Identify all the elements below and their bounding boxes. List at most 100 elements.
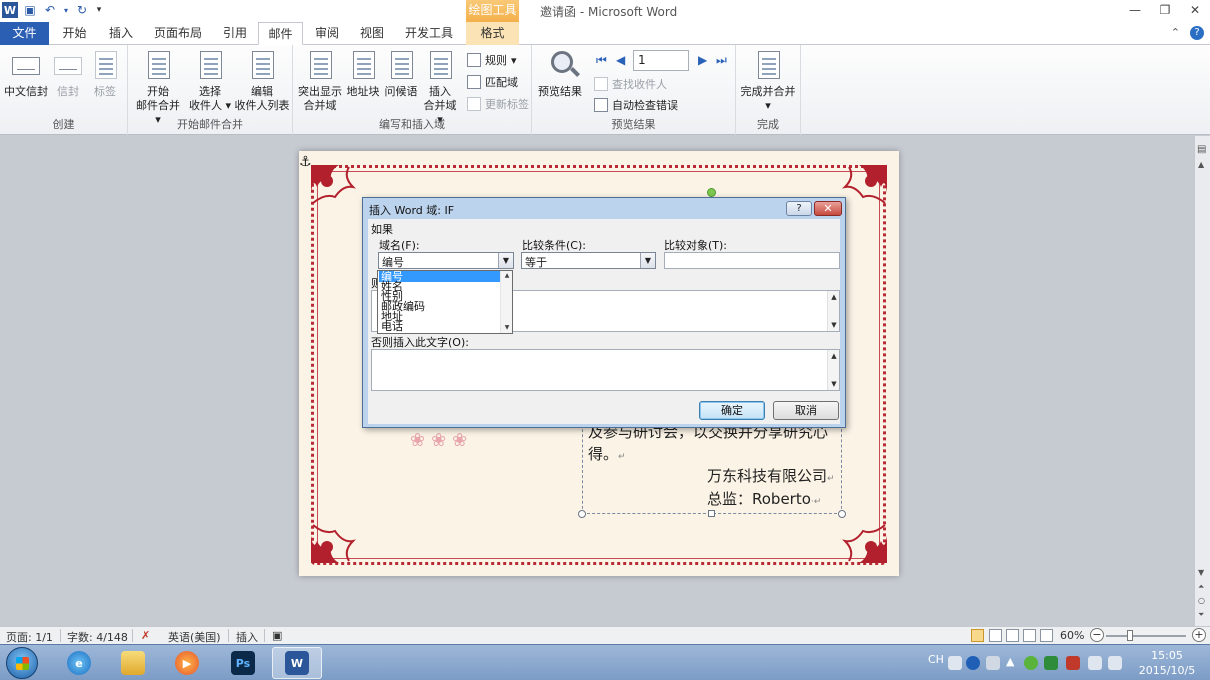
tab-file[interactable]: 文件	[0, 22, 49, 45]
input-language[interactable]: CH	[928, 653, 944, 666]
match-fields-button[interactable]: 匹配域	[467, 73, 518, 91]
proofing-icon[interactable]: ✗	[141, 629, 150, 642]
zoom-slider-track[interactable]	[1106, 635, 1186, 637]
help-tray-icon[interactable]	[966, 656, 980, 670]
taskbar-photoshop[interactable]: Ps	[218, 647, 268, 679]
collapse-ribbon-icon[interactable]: ⌃	[1171, 26, 1180, 40]
textarea-scrollbar[interactable]: ▲ ▼	[827, 350, 839, 390]
auto-check-errors-button[interactable]: 自动检查错误	[594, 96, 678, 114]
next-record-icon[interactable]: ▶	[698, 53, 707, 67]
last-record-icon[interactable]: ⏭	[716, 53, 727, 68]
tab-insert[interactable]: 插入	[100, 22, 142, 45]
rotation-handle[interactable]	[707, 188, 716, 197]
flag-icon[interactable]	[1066, 656, 1080, 670]
show-hidden-icons-icon[interactable]: ▲	[1006, 655, 1014, 668]
print-layout-view-icon[interactable]	[971, 629, 984, 642]
next-page-icon[interactable]: ⏷	[1198, 610, 1204, 620]
tab-developer[interactable]: 开发工具	[396, 22, 462, 45]
finish-merge-button[interactable]: 完成并合并 ▾	[738, 49, 798, 113]
dropdown-arrow-icon[interactable]: ▼	[498, 253, 513, 268]
find-recipient-button[interactable]: 查找收件人	[594, 75, 667, 93]
field-name-combo[interactable]: 编号 ▼	[378, 252, 514, 269]
full-screen-reading-icon[interactable]	[989, 629, 1002, 642]
highlight-merge-fields-button[interactable]: 突出显示 合并域	[297, 49, 343, 113]
dropdown-arrow-icon[interactable]: ▼	[640, 253, 655, 268]
tab-format[interactable]: 格式	[466, 22, 519, 45]
taskbar-word[interactable]: W	[272, 647, 322, 679]
dialog-close-button[interactable]: ✕	[814, 201, 842, 216]
shield-icon[interactable]	[1044, 656, 1058, 670]
preview-results-button[interactable]: 预览结果	[536, 49, 584, 99]
security-plus-icon[interactable]	[1024, 656, 1038, 670]
system-clock[interactable]: 15:05 2015/10/5	[1132, 648, 1202, 678]
dialog-help-button[interactable]: ?	[786, 201, 812, 216]
save-icon[interactable]: ▣	[22, 2, 38, 18]
vertical-scrollbar[interactable]: ▤ ▲ ▼ ⏶ ○ ⏷	[1194, 136, 1210, 626]
zoom-out-icon[interactable]: −	[1090, 628, 1104, 642]
word-logo-icon[interactable]: W	[2, 2, 18, 18]
update-labels-button[interactable]: 更新标签	[467, 95, 529, 113]
keyboard-icon[interactable]	[948, 656, 962, 670]
comparison-combo[interactable]: 等于 ▼	[521, 252, 656, 269]
previous-page-icon[interactable]: ⏶	[1198, 582, 1204, 592]
undo-dropdown-icon[interactable]: ▾	[62, 2, 70, 18]
tab-view[interactable]: 视图	[351, 22, 393, 45]
redo-icon[interactable]: ↻	[74, 2, 90, 18]
web-layout-icon[interactable]	[1006, 629, 1019, 642]
volume-icon[interactable]	[1108, 656, 1122, 670]
outline-view-icon[interactable]	[1023, 629, 1036, 642]
language-indicator[interactable]: 英语(美国)	[168, 629, 221, 645]
else-insert-textarea[interactable]: ▲ ▼	[371, 349, 840, 391]
restore-icon[interactable]: ❐	[1150, 0, 1180, 20]
insert-mode-indicator[interactable]: 插入	[236, 629, 258, 645]
previous-record-icon[interactable]: ◀	[616, 53, 625, 67]
cancel-button[interactable]: 取消	[773, 401, 839, 420]
zoom-in-icon[interactable]: +	[1192, 628, 1206, 642]
macro-record-icon[interactable]: ▣	[272, 629, 282, 642]
label-button[interactable]: 标签	[88, 49, 122, 99]
page-count[interactable]: 页面: 1/1	[6, 629, 53, 645]
scroll-up-icon[interactable]: ▲	[1198, 160, 1204, 169]
resize-handle[interactable]	[838, 510, 846, 518]
edit-recipient-list-button[interactable]: 编辑 收件人列表	[234, 49, 290, 113]
first-record-icon[interactable]: ⏮	[596, 53, 607, 68]
taskbar-explorer[interactable]	[108, 647, 158, 679]
close-window-icon[interactable]: ✕	[1180, 0, 1210, 20]
scroll-down-icon[interactable]: ▼	[1198, 568, 1204, 577]
minimize-icon[interactable]: —	[1120, 0, 1150, 20]
select-recipients-button[interactable]: 选择 收件人 ▾	[188, 49, 232, 113]
ok-button[interactable]: 确定	[699, 401, 765, 420]
dropdown-scrollbar[interactable]: ▲ ▼	[500, 271, 512, 333]
draft-view-icon[interactable]	[1040, 629, 1053, 642]
textarea-scrollbar[interactable]: ▲ ▼	[827, 291, 839, 331]
start-button[interactable]	[6, 647, 38, 679]
envelope-button[interactable]: 信封	[52, 49, 84, 99]
compare-to-input[interactable]	[664, 252, 840, 269]
resize-handle[interactable]	[708, 510, 715, 517]
field-name-dropdown-list[interactable]: 编号 姓名 性别 邮政编码 地址 电话 ▲ ▼	[377, 270, 513, 334]
browse-object-icon[interactable]: ○	[1198, 596, 1205, 605]
network-icon[interactable]	[1088, 656, 1102, 670]
tab-references[interactable]: 引用	[214, 22, 256, 45]
zoom-slider-knob[interactable]	[1127, 630, 1133, 641]
customize-qat-icon[interactable]: ▾	[94, 2, 104, 18]
dropdown-option[interactable]: 电话	[379, 321, 500, 332]
tab-home[interactable]: 开始	[52, 22, 97, 45]
tab-mailings[interactable]: 邮件	[258, 22, 303, 45]
undo-icon[interactable]: ↶	[42, 2, 58, 18]
word-count[interactable]: 字数: 4/148	[67, 629, 128, 645]
resize-handle[interactable]	[578, 510, 586, 518]
help-icon[interactable]: ?	[1190, 26, 1204, 40]
tab-review[interactable]: 审阅	[306, 22, 348, 45]
greeting-line-button[interactable]: 问候语	[383, 49, 419, 99]
address-block-button[interactable]: 地址块	[345, 49, 381, 99]
taskbar-media-player[interactable]: ▶	[162, 647, 212, 679]
tab-page-layout[interactable]: 页面布局	[145, 22, 211, 45]
chinese-envelope-button[interactable]: 中文信封	[4, 49, 48, 99]
ruler-toggle-icon[interactable]: ▤	[1197, 144, 1206, 155]
taskbar-ie[interactable]: e	[54, 647, 104, 679]
rules-button[interactable]: 规则 ▾	[467, 51, 517, 69]
zoom-level[interactable]: 60%	[1060, 629, 1084, 642]
tray-settings-icon[interactable]	[986, 656, 1000, 670]
record-number-input[interactable]: 1	[633, 50, 689, 71]
